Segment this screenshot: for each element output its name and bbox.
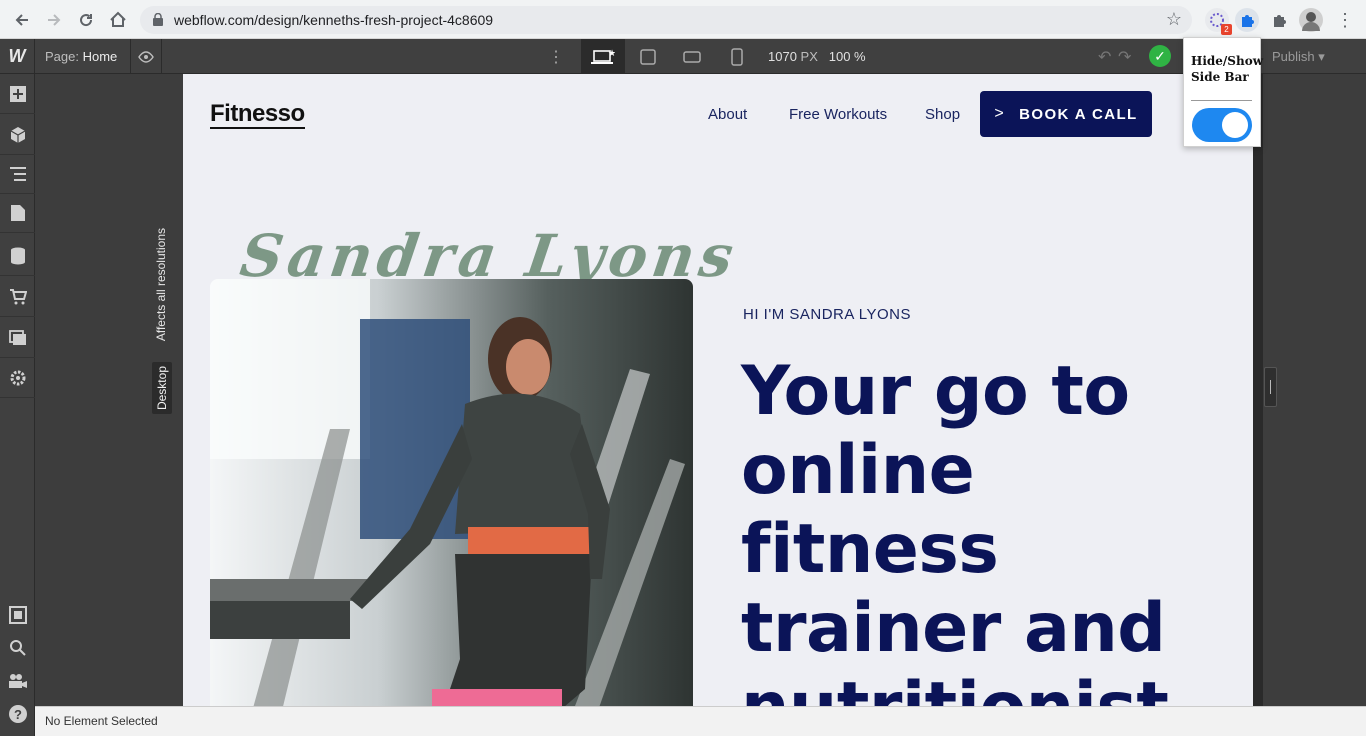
navigator-icon[interactable] — [0, 154, 35, 194]
redo-icon[interactable]: ↷ — [1118, 47, 1131, 67]
zoom-level: 100 % — [828, 49, 866, 64]
more-breakpoints-icon[interactable]: ⋮ — [548, 47, 564, 67]
page-name: Home — [82, 49, 118, 64]
puzzle-extension-active-icon[interactable] — [1235, 8, 1259, 32]
publish-label: Publish — [1272, 49, 1315, 64]
chevron-right-icon: > — [994, 105, 1006, 122]
mobile-portrait-breakpoint-icon[interactable] — [715, 39, 759, 74]
saved-check-icon: ✓ — [1149, 45, 1171, 67]
publish-button[interactable]: Publish ▾ — [1272, 49, 1325, 65]
designer-topbar: W Page: Home ⋮ ★ 1070 PX 100 % ↶ ↷ ✓ Pub… — [0, 39, 1366, 74]
bookmark-star-icon[interactable]: ☆ — [1166, 9, 1182, 30]
forward-arrow-icon[interactable] — [42, 8, 66, 32]
canvas-resize-handle[interactable] — [1264, 367, 1277, 407]
svg-text:?: ? — [14, 707, 22, 722]
popup-divider — [1191, 100, 1252, 101]
pages-icon[interactable] — [0, 193, 35, 233]
canvas-scrollbar[interactable] — [1253, 74, 1263, 706]
intro-text: HI I'M SANDRA LYONS — [743, 306, 911, 323]
status-text: No Element Selected — [45, 714, 158, 728]
status-bar: No Element Selected — [35, 706, 1366, 736]
tablet-breakpoint-icon[interactable] — [626, 39, 670, 74]
breakpoint-tab: Desktop — [152, 362, 172, 415]
site-preview: Fitnesso About Free Workouts Shop > BOOK… — [183, 74, 1253, 706]
left-toolbar: ? — [0, 74, 35, 736]
help-icon[interactable]: ? — [0, 694, 35, 734]
ecommerce-cart-icon[interactable] — [0, 277, 35, 317]
extension-badge: 2 — [1221, 24, 1232, 35]
preview-eye-icon[interactable] — [130, 39, 162, 74]
assets-images-icon[interactable] — [0, 318, 35, 358]
svg-text:★: ★ — [608, 48, 615, 58]
extension-icon[interactable]: 2 — [1205, 8, 1232, 35]
menu-kebab-icon[interactable]: ⋮ — [1333, 8, 1357, 32]
nav-link-about[interactable]: About — [708, 106, 747, 123]
page-label: Page: — [45, 49, 79, 64]
canvas-width-unit: PX — [800, 49, 818, 64]
nav-link-free-workouts[interactable]: Free Workouts — [789, 106, 887, 123]
canvas-width: 1070 — [768, 49, 797, 64]
profile-avatar[interactable] — [1299, 8, 1323, 32]
cms-database-icon[interactable] — [0, 236, 35, 276]
hero-headline: Your go to online fitness trainer and nu… — [741, 352, 1194, 706]
settings-gear-icon[interactable] — [0, 358, 35, 398]
book-call-button[interactable]: > BOOK A CALL — [980, 91, 1152, 137]
lock-icon — [153, 13, 163, 26]
desktop-breakpoint-icon[interactable]: ★ — [581, 39, 625, 74]
back-arrow-icon[interactable] — [10, 8, 34, 32]
webflow-logo-icon[interactable]: W — [0, 39, 35, 74]
address-bar[interactable]: webflow.com/design/kenneths-fresh-projec… — [140, 6, 1192, 34]
trainer-photo-image — [210, 279, 693, 706]
url-text: webflow.com/design/kenneths-fresh-projec… — [174, 12, 494, 28]
add-panel-icon[interactable] — [0, 74, 35, 114]
home-icon[interactable] — [106, 8, 130, 32]
mobile-landscape-breakpoint-icon[interactable] — [670, 39, 714, 74]
nav-link-shop[interactable]: Shop — [925, 106, 960, 123]
sidebar-toggle-popup: Hide/Show Side Bar — [1183, 37, 1264, 147]
toggle-knob — [1222, 112, 1248, 138]
reload-icon[interactable] — [74, 8, 98, 32]
canvas-size-readout: 1070 PX 100 % — [768, 49, 866, 64]
browser-toolbar: webflow.com/design/kenneths-fresh-projec… — [0, 0, 1366, 39]
extensions-puzzle-icon[interactable] — [1267, 8, 1291, 32]
site-logo[interactable]: Fitnesso — [210, 100, 305, 129]
page-selector[interactable]: Page: Home — [45, 49, 117, 64]
breakpoint-note: Affects all resolutions — [154, 228, 168, 342]
book-call-label: BOOK A CALL — [1019, 105, 1138, 123]
hero-photo — [210, 279, 693, 706]
symbols-cube-icon[interactable] — [0, 115, 35, 155]
popup-title: Hide/Show Side Bar — [1191, 54, 1264, 84]
sidebar-toggle-switch[interactable] — [1192, 108, 1252, 142]
undo-icon[interactable]: ↶ — [1098, 47, 1111, 67]
